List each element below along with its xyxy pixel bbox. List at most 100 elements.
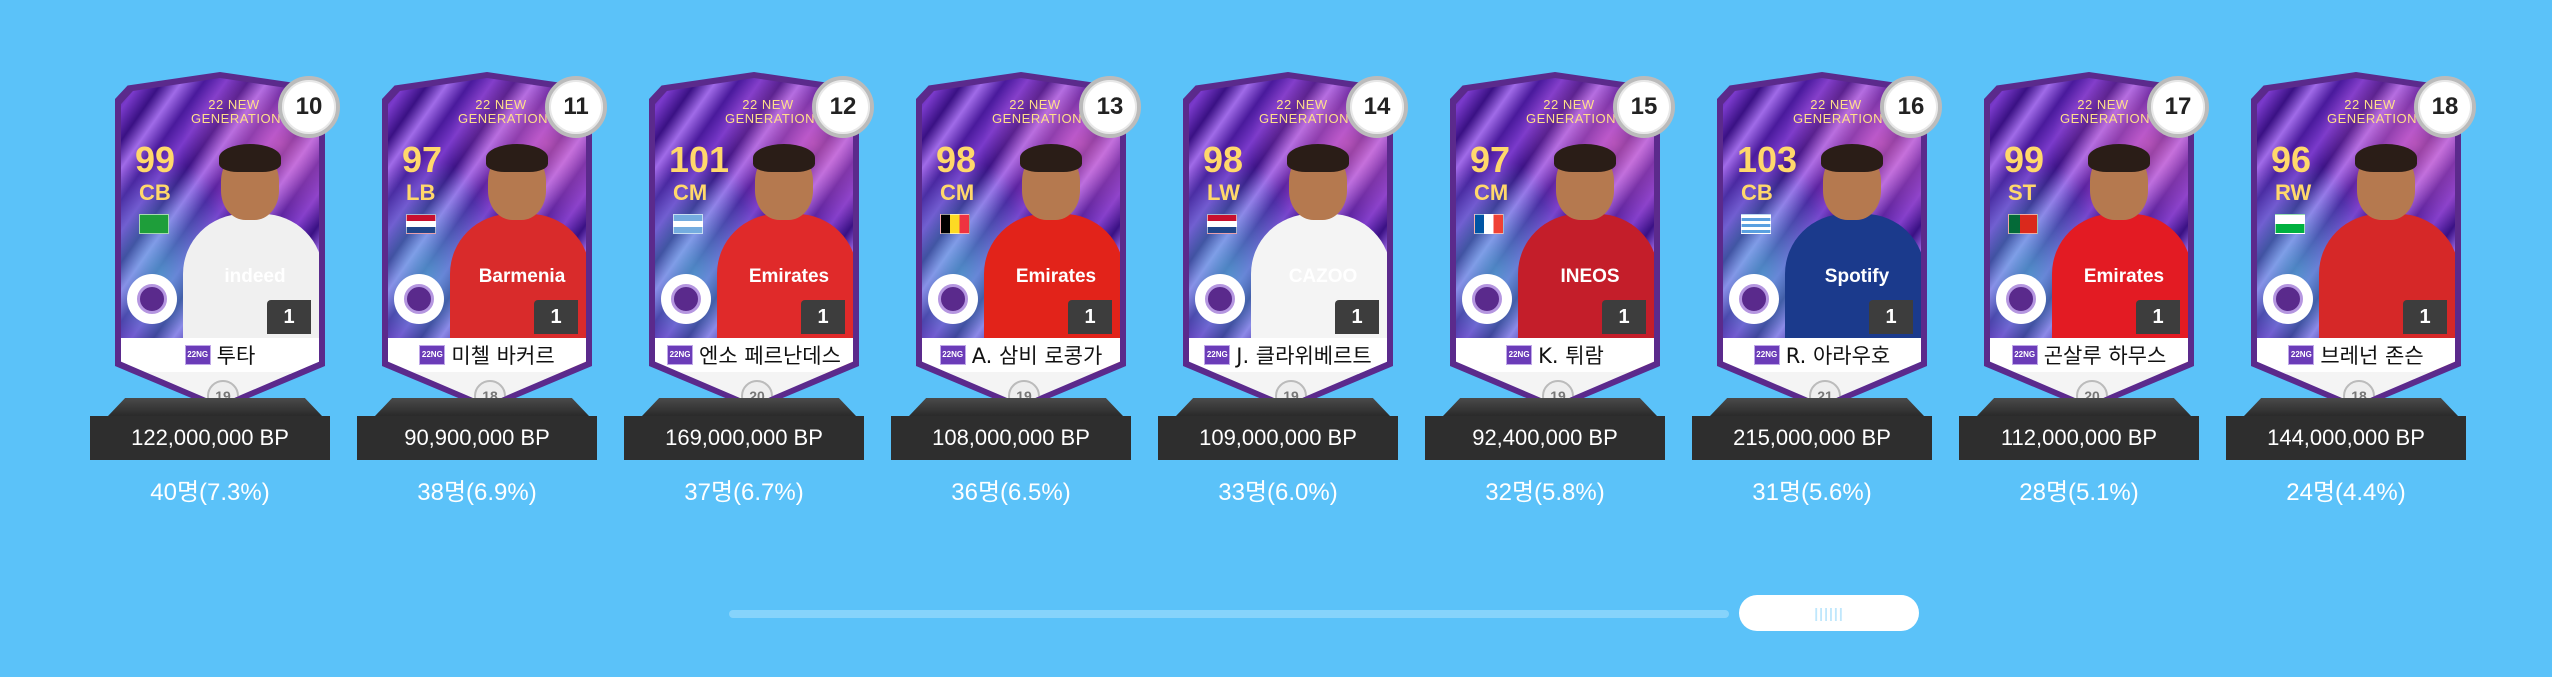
player-card-slot[interactable]: 22 NEW GENERATION 96 RW 1 22NG 브레넌 존슨 18 (2226, 72, 2476, 532)
enhance-level: 1 (801, 300, 845, 334)
player-card-slot[interactable]: 22 NEW GENERATION 97 LB Barmenia 1 22NG … (357, 72, 607, 532)
card-carousel: 22 NEW GENERATION 99 CB indeed 1 22NG 투타… (0, 0, 2552, 540)
player-name: R. 아라우호 (1785, 344, 1891, 368)
enhance-level: 1 (534, 300, 578, 334)
nation-flag-icon (406, 214, 436, 234)
player-card-slot[interactable]: 22 NEW GENERATION 103 CB Spotify 1 22NG … (1692, 72, 1942, 532)
club-badge-icon (661, 274, 711, 324)
kit-sponsor: CAZOO (1288, 266, 1358, 287)
kit-sponsor: Barmenia (478, 266, 566, 287)
kit-sponsor: INEOS (1560, 266, 1620, 287)
nation-flag-icon (139, 214, 169, 234)
card-ovr: 97 (402, 139, 443, 180)
player-card-slot[interactable]: 22 NEW GENERATION 98 LW CAZOO 1 22NG J. … (1158, 72, 1408, 532)
player-name-bar: 22NG 곤살루 하무스 (1990, 338, 2188, 372)
season-icon: 22NG (1204, 345, 1231, 365)
price-label: 169,000,000 BP (624, 416, 864, 460)
player-name-bar: 22NG 투타 (121, 338, 319, 372)
price-label: 109,000,000 BP (1158, 416, 1398, 460)
player-name-bar: 22NG J. 클라위베르트 (1189, 338, 1387, 372)
nation-flag-icon (1741, 214, 1771, 234)
user-count: 24명(4.4%) (2286, 479, 2406, 506)
card-position: ST (2008, 180, 2037, 205)
card-season-title: 22 NEW GENERATION (992, 97, 1082, 126)
scroll-track[interactable] (729, 610, 1729, 618)
card-position: CM (673, 180, 708, 205)
price-label: 92,400,000 BP (1425, 416, 1665, 460)
player-hair (219, 144, 281, 172)
card-ovr: 96 (2271, 139, 2312, 180)
card-stand (642, 398, 856, 416)
season-icon: 22NG (1506, 345, 1533, 365)
player-card-slot[interactable]: 22 NEW GENERATION 97 CM INEOS 1 22NG K. … (1425, 72, 1675, 532)
card-stand (108, 398, 322, 416)
user-count: 31명(5.6%) (1752, 479, 1872, 506)
card-season-title: 22 NEW GENERATION (458, 97, 548, 126)
user-count: 40명(7.3%) (150, 479, 270, 506)
season-icon: 22NG (2011, 345, 2038, 365)
card-season-title: 22 NEW GENERATION (191, 97, 281, 126)
card-ovr: 98 (1203, 139, 1244, 180)
card-season-title: 22 NEW GENERATION (725, 97, 815, 126)
club-badge-icon (1996, 274, 2046, 324)
player-name-bar: 22NG K. 튀람 (1456, 338, 1654, 372)
player-name-bar: 22NG R. 아라우호 (1723, 338, 1921, 372)
player-name: J. 클라위베르트 (1236, 344, 1372, 368)
card-position: LB (406, 180, 436, 205)
player-card-slot[interactable]: 22 NEW GENERATION 101 CM Emirates 1 22NG… (624, 72, 874, 532)
player-card-slot[interactable]: 22 NEW GENERATION 99 CB indeed 1 22NG 투타… (90, 72, 340, 532)
kit-sponsor: Emirates (1015, 266, 1097, 287)
card-season-title: 22 NEW GENERATION (2060, 97, 2150, 126)
player-name-bar: 22NG 미첼 바커르 (388, 338, 586, 372)
user-count: 32명(5.8%) (1485, 479, 1605, 506)
price-label: 122,000,000 BP (90, 416, 330, 460)
card-stand (2244, 398, 2458, 416)
player-hair (1287, 144, 1349, 172)
user-count: 28명(5.1%) (2019, 479, 2139, 506)
player-name-bar: 22NG 브레넌 존슨 (2257, 338, 2455, 372)
kit-sponsor: indeed (224, 266, 286, 287)
season-icon: 22NG (2288, 345, 2315, 365)
season-icon: 22NG (667, 345, 694, 365)
card-position: CB (139, 180, 171, 205)
card-position: RW (2275, 180, 2312, 205)
nation-flag-icon (1474, 214, 1504, 234)
player-name: 엔소 페르난데스 (699, 344, 841, 368)
kit-sponsor: Emirates (748, 266, 830, 287)
enhance-level: 1 (1335, 300, 1379, 334)
nation-flag-icon (940, 214, 970, 234)
kit-sponsor: Emirates (2083, 266, 2165, 287)
season-icon: 22NG (1753, 345, 1780, 365)
season-icon: 22NG (419, 345, 446, 365)
user-count: 37명(6.7%) (684, 479, 804, 506)
card-ovr: 99 (2004, 139, 2045, 180)
card-ovr: 98 (936, 139, 977, 180)
player-card-slot[interactable]: 22 NEW GENERATION 98 CM Emirates 1 22NG … (891, 72, 1141, 532)
club-badge-icon (1462, 274, 1512, 324)
card-stand (909, 398, 1123, 416)
player-hair (1821, 144, 1883, 172)
card-ovr: 97 (1470, 139, 1511, 180)
club-badge-icon (1195, 274, 1245, 324)
rank-badge: 12 (812, 76, 874, 138)
card-position: LW (1207, 180, 1240, 205)
enhance-level: 1 (1068, 300, 1112, 334)
nation-flag-icon (2008, 214, 2038, 234)
card-season-title: 22 NEW GENERATION (1259, 97, 1349, 126)
player-name: 미첼 바커르 (451, 344, 555, 368)
price-label: 90,900,000 BP (357, 416, 597, 460)
scroll-thumb[interactable]: |||||| (1739, 595, 1919, 631)
card-stand (1443, 398, 1657, 416)
player-name-bar: 22NG 엔소 페르난데스 (655, 338, 853, 372)
rank-badge: 17 (2147, 76, 2209, 138)
player-hair (486, 144, 548, 172)
card-position: CM (940, 180, 975, 205)
player-name-bar: 22NG A. 삼비 로콩가 (922, 338, 1120, 372)
player-name: 브레넌 존슨 (2320, 344, 2424, 368)
card-season-title: 22 NEW GENERATION (1526, 97, 1616, 126)
rank-badge: 16 (1880, 76, 1942, 138)
player-hair (753, 144, 815, 172)
player-card-slot[interactable]: 22 NEW GENERATION 99 ST Emirates 1 22NG … (1959, 72, 2209, 532)
player-hair (1020, 144, 1082, 172)
card-stand (1710, 398, 1924, 416)
